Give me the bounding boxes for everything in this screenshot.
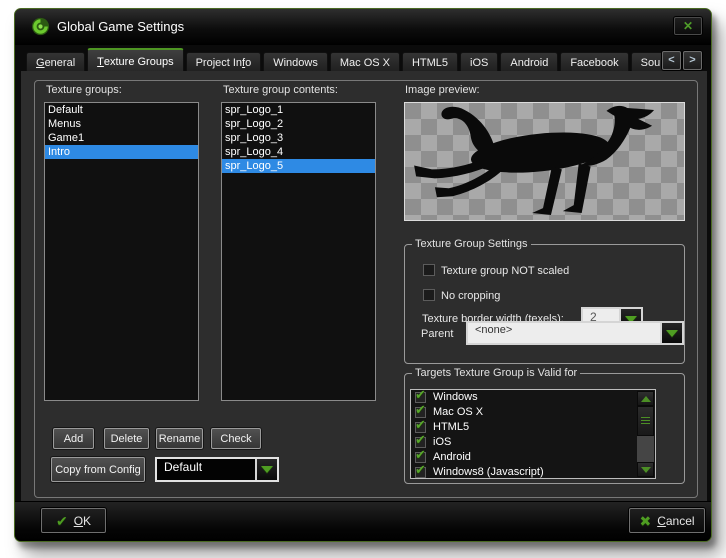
desktop: Global Game Settings ✕ General Texture G…	[0, 0, 726, 558]
config-dropdown[interactable]: Default	[155, 457, 279, 482]
ok-label: OK	[74, 514, 91, 528]
texture-group-settings-title: Texture Group Settings	[412, 238, 531, 250]
window-title: Global Game Settings	[57, 19, 184, 34]
tab-bar: General Texture Groups Project Info Wind…	[26, 47, 665, 73]
copy-from-config-button[interactable]: Copy from Config	[51, 457, 145, 482]
tab-scroll-left-button[interactable]: <	[662, 51, 681, 70]
targets-title: Targets Texture Group is Valid for	[412, 367, 580, 379]
tab-source-control[interactable]: Source Control	[631, 52, 665, 73]
scrollbar-thumb[interactable]	[637, 406, 654, 436]
check-button[interactable]: Check	[211, 428, 261, 449]
check-icon: ✔	[415, 389, 426, 402]
texture-groups-label: Texture groups:	[46, 84, 122, 96]
check-icon: ✔	[415, 417, 426, 432]
target-row[interactable]: ✔ HTML5	[411, 420, 655, 435]
list-item[interactable]: spr_Logo_3	[222, 131, 375, 145]
target-label: iOS	[433, 436, 451, 448]
ok-button[interactable]: ✔ OK	[41, 508, 106, 533]
gamemaker-logo-icon	[31, 17, 50, 36]
wolf-silhouette-image	[405, 103, 684, 220]
close-button[interactable]: ✕	[674, 17, 702, 35]
tab-facebook[interactable]: Facebook	[560, 52, 628, 73]
global-game-settings-window: Global Game Settings ✕ General Texture G…	[14, 8, 712, 542]
targets-groupbox: Targets Texture Group is Valid for ✔ Win…	[404, 373, 685, 484]
parent-drop-button[interactable]	[660, 323, 682, 343]
not-scaled-checkbox[interactable]	[423, 264, 435, 276]
target-label: Android	[433, 451, 471, 463]
group-contents-list[interactable]: spr_Logo_1 spr_Logo_2 spr_Logo_3 spr_Log…	[221, 102, 376, 401]
target-row[interactable]: ✔ Android	[411, 450, 655, 465]
target-label: Mac OS X	[433, 406, 483, 418]
list-item[interactable]: spr_Logo_4	[222, 145, 375, 159]
group-contents-label: Texture group contents:	[223, 84, 338, 96]
scrollbar[interactable]	[637, 391, 654, 477]
triangle-up-icon	[641, 396, 651, 402]
scroll-down-button[interactable]	[637, 462, 654, 477]
check-icon: ✔	[415, 447, 426, 462]
tab-scroll-right-button[interactable]: >	[683, 51, 702, 70]
cancel-button[interactable]: ✖ Cancel	[629, 508, 705, 533]
targets-checklist[interactable]: ✔ Windows ✔ Mac OS X ✔ HTML5	[410, 389, 656, 479]
footer-bar: ✔ OK ✖ Cancel	[15, 501, 711, 541]
config-value: Default	[157, 459, 255, 480]
tab-html5[interactable]: HTML5	[402, 52, 458, 73]
target-row[interactable]: ✔ Windows8 (Javascript)	[411, 465, 655, 479]
texture-groups-list[interactable]: Default Menus Game1 Intro	[44, 102, 199, 401]
tab-project-info[interactable]: Project Info	[186, 52, 262, 73]
list-item-selected[interactable]: Intro	[45, 145, 198, 159]
target-row[interactable]: ✔ Mac OS X	[411, 405, 655, 420]
grip-icon	[641, 417, 650, 425]
tab-ios[interactable]: iOS	[460, 52, 498, 73]
check-icon: ✔	[415, 462, 426, 477]
image-preview-label: Image preview:	[405, 84, 480, 96]
check-icon: ✔	[415, 432, 426, 447]
no-cropping-label: No cropping	[441, 290, 500, 302]
target-label: Windows8 (Javascript)	[433, 466, 544, 478]
tab-android[interactable]: Android	[500, 52, 558, 73]
list-item-selected[interactable]: spr_Logo_5	[222, 159, 375, 173]
image-preview	[404, 102, 685, 221]
chevron-down-icon	[666, 330, 678, 337]
config-drop-button[interactable]	[255, 459, 277, 480]
check-icon: ✔	[56, 514, 68, 528]
no-cropping-checkbox[interactable]	[423, 289, 435, 301]
target-label: Windows	[433, 391, 478, 403]
rename-button[interactable]: Rename	[156, 428, 203, 449]
title-bar[interactable]: Global Game Settings ✕	[15, 9, 711, 45]
list-item[interactable]: Menus	[45, 117, 198, 131]
cancel-label: Cancel	[657, 514, 694, 528]
not-scaled-label: Texture group NOT scaled	[441, 265, 569, 277]
triangle-down-icon	[641, 467, 651, 473]
tab-general[interactable]: General	[26, 52, 85, 73]
parent-dropdown[interactable]: <none>	[466, 321, 684, 345]
target-row[interactable]: ✔ Windows	[411, 390, 655, 405]
add-button[interactable]: Add	[53, 428, 94, 449]
chevron-down-icon	[261, 466, 273, 473]
list-item[interactable]: spr_Logo_2	[222, 117, 375, 131]
parent-value: <none>	[468, 323, 660, 343]
scroll-up-button[interactable]	[637, 391, 654, 406]
parent-label: Parent	[421, 328, 453, 340]
tab-page-texture-groups: Texture groups: Default Menus Game1 Intr…	[21, 71, 707, 503]
tab-texture-groups[interactable]: Texture Groups	[87, 48, 183, 73]
list-item[interactable]: Default	[45, 103, 198, 117]
tab-windows[interactable]: Windows	[263, 52, 328, 73]
texture-group-settings-groupbox: Texture Group Settings Texture group NOT…	[404, 244, 685, 364]
x-icon: ✖	[639, 514, 651, 528]
tab-mac-os-x[interactable]: Mac OS X	[330, 52, 400, 73]
list-item[interactable]: spr_Logo_1	[222, 103, 375, 117]
target-label: HTML5	[433, 421, 469, 433]
check-icon: ✔	[415, 402, 426, 417]
delete-button[interactable]: Delete	[104, 428, 149, 449]
list-item[interactable]: Game1	[45, 131, 198, 145]
target-row[interactable]: ✔ iOS	[411, 435, 655, 450]
